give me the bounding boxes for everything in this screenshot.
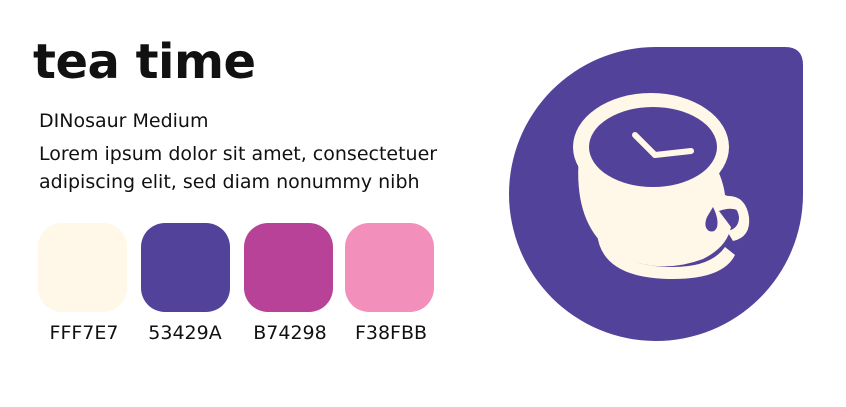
brand-title: tea time — [33, 34, 256, 90]
color-swatch-pink — [345, 223, 434, 312]
color-swatch-magenta — [244, 223, 333, 312]
swatch-label-pink: F38FBB — [354, 322, 428, 344]
color-swatch-cream — [38, 223, 127, 312]
font-name: DINosaur Medium — [39, 110, 209, 132]
sample-text: Lorem ipsum dolor sit amet, consectetuer… — [39, 140, 479, 196]
swatch-label-cream: FFF7E7 — [49, 322, 119, 344]
sample-text-line-2: adipiscing elit, sed diam nonummy nibh — [39, 171, 420, 193]
swatch-label-magenta: B74298 — [253, 322, 327, 344]
color-swatch-purple — [141, 223, 230, 312]
sample-text-line-1: Lorem ipsum dolor sit amet, consectetuer — [39, 143, 438, 165]
tea-cup-clock-icon — [509, 47, 803, 341]
swatch-label-purple: 53429A — [148, 322, 222, 344]
clock-face — [589, 107, 717, 187]
